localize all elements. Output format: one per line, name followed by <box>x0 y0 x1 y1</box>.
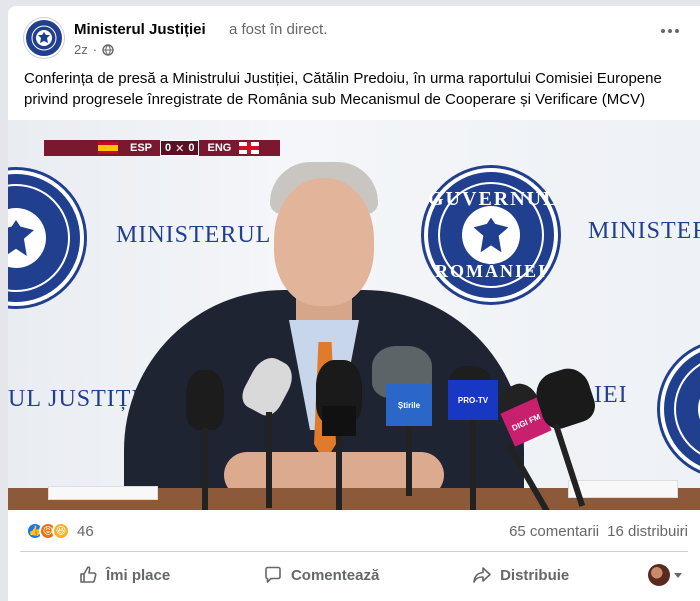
post-time[interactable]: 2z <box>74 42 88 57</box>
government-seal-icon <box>27 21 61 55</box>
paper-left <box>48 486 158 500</box>
shares-count[interactable]: 16 distribuiri <box>607 523 688 540</box>
reactions-summary[interactable]: 👍 😡 😆 46 <box>26 522 94 540</box>
chevron-down-icon <box>674 572 682 578</box>
spain-flag-icon <box>98 142 118 154</box>
haha-reaction-icon: 😆 <box>52 522 70 540</box>
share-icon <box>473 567 491 583</box>
mic-label-protv: PRO-TV <box>448 380 498 420</box>
reaction-count: 46 <box>77 522 94 540</box>
post-text: Conferința de presă a Ministrului Justiț… <box>24 70 662 108</box>
comment-button[interactable]: Comentează <box>249 559 393 591</box>
wall-text-bottom-right: IEI <box>594 382 628 408</box>
post-footer: 👍 😡 😆 46 65 comentarii 16 distribuiri Îm… <box>8 510 700 601</box>
like-button[interactable]: Îmi place <box>64 559 184 591</box>
divider <box>20 551 688 552</box>
comment-label: Comentează <box>290 566 380 584</box>
comment-icon <box>265 566 281 583</box>
paper-right <box>568 480 678 498</box>
post-header: Ministerul Justiției a fost în direct. 2… <box>24 18 674 62</box>
dot-icon <box>661 29 665 33</box>
meta-separator: · <box>92 42 98 57</box>
dot-icon <box>668 29 672 33</box>
share-button[interactable]: Distribuie <box>458 559 583 591</box>
user-avatar <box>648 564 670 586</box>
live-video[interactable]: MINISTERUL J GUVERNUL ROMÂNIEI MINISTERU… <box>8 120 700 510</box>
more-options-button[interactable] <box>658 24 682 38</box>
wall-text-right: MINISTERUL <box>588 218 700 244</box>
globe-icon <box>102 43 114 56</box>
engagement-counts: 65 comentarii 16 distribuiri <box>509 523 688 540</box>
comments-count[interactable]: 65 comentarii <box>509 523 599 540</box>
mic-label-stirile: Știrile <box>386 384 432 426</box>
like-label: Îmi place <box>106 566 171 584</box>
page-avatar[interactable] <box>24 18 64 58</box>
audience-selector[interactable] <box>648 564 682 586</box>
action-bar: Îmi place Comentează Distribuie <box>20 557 688 593</box>
speaker <box>124 152 524 510</box>
post-action-text: a fost în direct. <box>229 21 328 38</box>
dot-icon <box>675 29 679 33</box>
thumbs-up-icon <box>80 566 97 583</box>
post-card: Ministerul Justiției a fost în direct. 2… <box>8 6 700 601</box>
post-meta: 2z · <box>74 42 114 57</box>
page-name[interactable]: Ministerul Justiției <box>74 21 206 38</box>
share-label: Distribuie <box>500 566 570 584</box>
